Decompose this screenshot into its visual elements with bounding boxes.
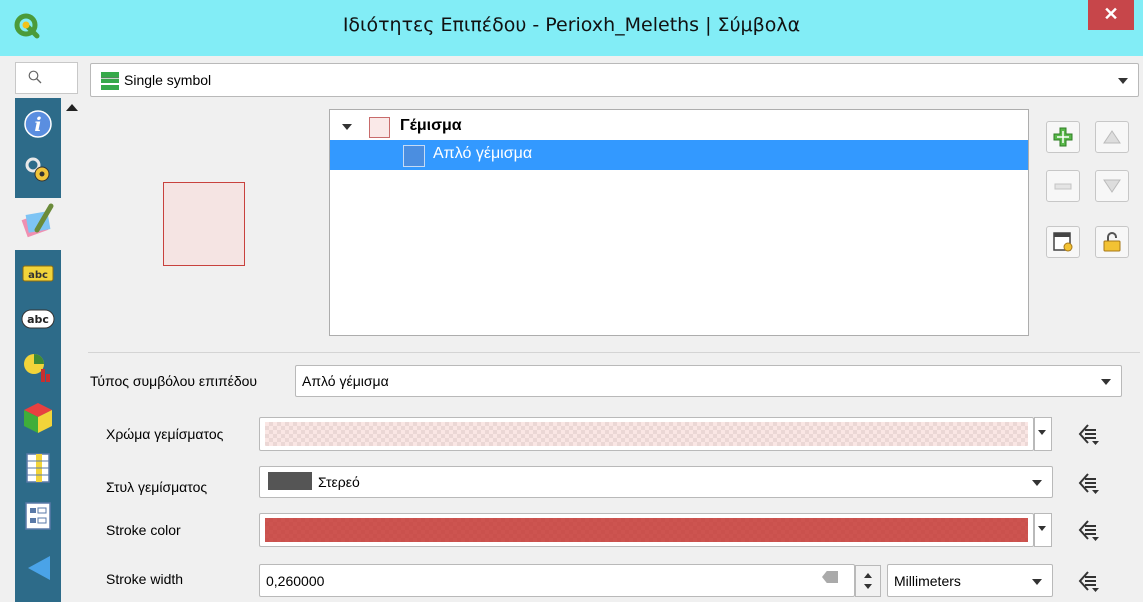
fill-color-menu-button[interactable] bbox=[1034, 417, 1052, 451]
tree-row-simple-fill[interactable]: Απλό γέμισμα bbox=[330, 140, 1028, 170]
triangle-down-icon bbox=[1103, 179, 1121, 193]
svg-text:abc: abc bbox=[27, 313, 49, 326]
fill-color-label: Χρώμα γεμίσματος bbox=[106, 426, 224, 442]
renderer-select[interactable]: Single symbol bbox=[90, 63, 1139, 97]
chevron-down-icon bbox=[1038, 526, 1046, 531]
joins-icon[interactable] bbox=[20, 548, 56, 584]
attributes-form-icon[interactable] bbox=[20, 498, 56, 534]
chevron-down-icon bbox=[1101, 379, 1111, 385]
layer-type-select[interactable]: Απλό γέμισμα bbox=[295, 365, 1122, 397]
close-button[interactable]: ✕ bbox=[1088, 0, 1134, 30]
fill-style-value: Στερεό bbox=[318, 474, 360, 490]
abc-labels-icon[interactable]: abc bbox=[20, 301, 56, 337]
fill-swatch bbox=[369, 117, 390, 138]
data-defined-override-icon[interactable] bbox=[1075, 470, 1101, 496]
chevron-down-icon bbox=[1032, 578, 1042, 585]
fill-color-button[interactable] bbox=[259, 417, 1034, 451]
move-up-button[interactable] bbox=[1095, 121, 1129, 153]
search-input[interactable] bbox=[15, 62, 78, 94]
add-layer-button[interactable] bbox=[1046, 121, 1080, 153]
chevron-down-icon bbox=[1118, 78, 1128, 84]
symbol-layer-tree[interactable]: Γέμισμα Απλό γέμισμα bbox=[329, 109, 1029, 336]
sidebar-scrollbar[interactable] bbox=[61, 98, 83, 602]
svg-text:i: i bbox=[34, 114, 41, 136]
stroke-width-spinner[interactable] bbox=[855, 565, 881, 597]
tree-label-fill: Γέμισμα bbox=[400, 117, 462, 134]
symbology-icon[interactable] bbox=[15, 198, 61, 250]
chevron-down-icon bbox=[1032, 480, 1042, 486]
chevron-down-icon bbox=[1038, 430, 1046, 435]
solid-style-swatch bbox=[268, 472, 312, 490]
information-icon[interactable]: i bbox=[20, 106, 56, 142]
remove-layer-button[interactable] bbox=[1046, 170, 1080, 202]
window-title: Ιδιότητες Επιπέδου - Perioxh_Meleths | Σ… bbox=[342, 14, 801, 36]
stroke-width-unit-select[interactable]: Millimeters bbox=[887, 564, 1053, 597]
fill-color-swatch bbox=[265, 422, 1028, 446]
stroke-color-label: Stroke color bbox=[106, 522, 181, 538]
search-icon bbox=[28, 70, 42, 84]
section-divider bbox=[88, 352, 1140, 353]
stroke-color-swatch bbox=[265, 518, 1028, 542]
data-defined-override-icon[interactable] bbox=[1075, 517, 1101, 543]
labels-icon[interactable]: abc bbox=[20, 256, 56, 292]
tree-label-simple-fill: Απλό γέμισμα bbox=[433, 145, 533, 162]
data-defined-override-icon[interactable] bbox=[1075, 568, 1101, 594]
scroll-up-icon[interactable] bbox=[66, 104, 78, 111]
title-bar: Ιδιότητες Επιπέδου - Perioxh_Meleths | Σ… bbox=[0, 0, 1143, 56]
expand-icon[interactable] bbox=[342, 124, 352, 130]
duplicate-icon bbox=[1053, 232, 1073, 252]
source-icon[interactable] bbox=[20, 152, 56, 188]
fill-style-select[interactable]: Στερεό bbox=[259, 466, 1053, 498]
simple-fill-swatch bbox=[403, 145, 425, 167]
move-down-button[interactable] bbox=[1095, 170, 1129, 202]
duplicate-layer-button[interactable] bbox=[1046, 226, 1080, 258]
svg-text:abc: abc bbox=[28, 270, 48, 281]
stroke-width-value: 0,260000 bbox=[266, 572, 325, 589]
3d-view-icon[interactable] bbox=[20, 400, 56, 436]
layer-type-value: Απλό γέμισμα bbox=[302, 373, 389, 389]
lock-layer-button[interactable] bbox=[1095, 226, 1129, 258]
single-symbol-icon bbox=[101, 72, 119, 90]
stroke-width-label: Stroke width bbox=[106, 571, 184, 587]
diagrams-icon[interactable] bbox=[20, 350, 56, 386]
remove-icon bbox=[1054, 183, 1072, 190]
stroke-width-unit: Millimeters bbox=[894, 572, 961, 589]
triangle-up-icon bbox=[1103, 130, 1121, 144]
symbol-preview bbox=[163, 182, 245, 266]
stroke-color-button[interactable] bbox=[259, 513, 1034, 547]
tree-row-fill[interactable]: Γέμισμα bbox=[330, 114, 1028, 140]
spin-up-icon[interactable] bbox=[864, 573, 872, 578]
stroke-color-menu-button[interactable] bbox=[1034, 513, 1052, 547]
data-defined-override-icon[interactable] bbox=[1075, 421, 1101, 447]
layer-type-label: Τύπος συμβόλου επιπέδου bbox=[90, 373, 258, 389]
stroke-width-input[interactable]: 0,260000 bbox=[259, 564, 855, 597]
add-icon bbox=[1053, 127, 1073, 147]
fields-icon[interactable] bbox=[20, 450, 56, 486]
fill-style-label: Στυλ γεμίσματος bbox=[106, 479, 208, 495]
renderer-value: Single symbol bbox=[124, 72, 212, 88]
properties-sidebar: i abc abc bbox=[15, 98, 61, 602]
spin-down-icon[interactable] bbox=[864, 584, 872, 589]
unlock-icon bbox=[1103, 232, 1121, 252]
